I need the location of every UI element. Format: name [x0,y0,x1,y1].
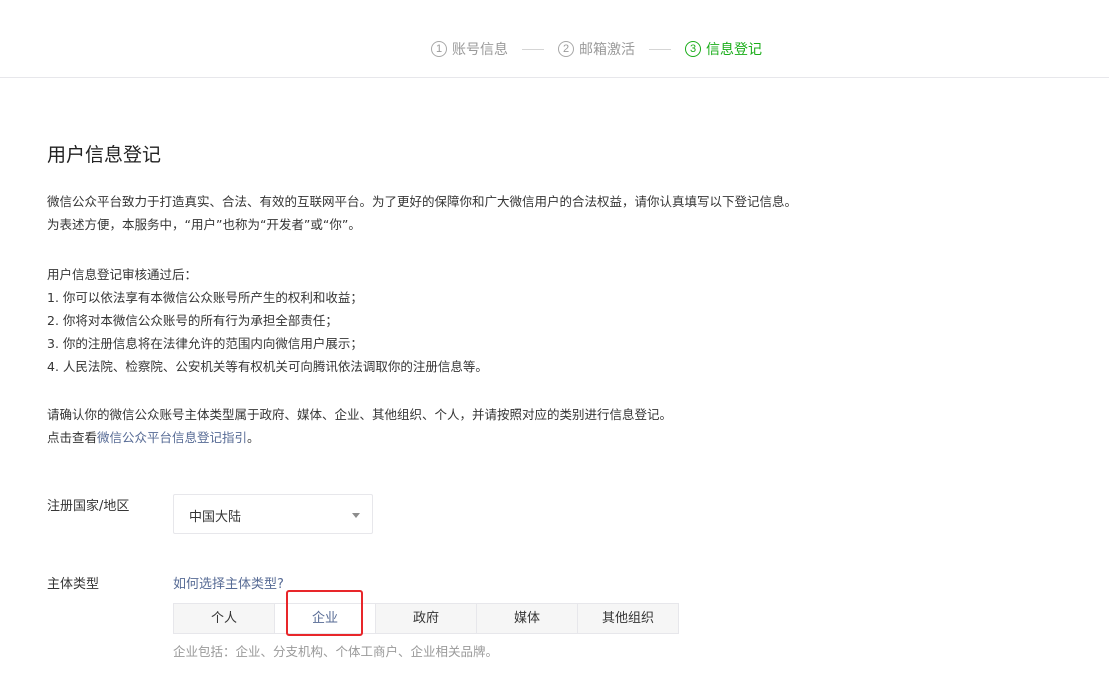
registration-guide-link[interactable]: 微信公众平台信息登记指引 [97,430,247,445]
step-email-activation: 2 邮箱激活 [558,39,635,59]
step-label: 账号信息 [452,42,508,58]
confirm-paragraph: 请确认你的微信公众账号主体类型属于政府、媒体、企业、其他组织、个人，并请按照对应… [47,403,672,449]
entity-type-description: 企业包括：企业、分支机构、个体工商户、企业相关品牌。 [173,644,499,659]
benefits-list: 用户信息登记审核通过后： 1. 你可以依法享有本微信公众账号所产生的权利和收益；… [47,263,488,378]
step-separator [522,48,544,50]
entity-type-help-link[interactable]: 如何选择主体类型? [173,573,284,592]
entity-type-media[interactable]: 媒体 [477,604,578,633]
entity-type-label: 主体类型 [47,577,100,592]
step-account-info: 1 账号信息 [431,39,508,59]
step-label: 信息登记 [706,42,762,58]
country-label: 注册国家/地区 [47,499,130,514]
confirm-line: 请确认你的微信公众账号主体类型属于政府、媒体、企业、其他组织、个人，并请按照对应… [47,407,673,422]
step-separator [649,48,671,50]
entity-type-government[interactable]: 政府 [376,604,477,633]
country-select-value: 中国大陆 [189,510,242,525]
list-item: 2. 你将对本微信公众账号的所有行为承担全部责任； [47,313,338,328]
step-number-1: 1 [431,41,447,57]
confirm-line-guide: 点击查看微信公众平台信息登记指引。 [47,426,672,449]
list-item: 4. 人民法院、检察院、公安机关等有权机关可向腾讯依法调取你的注册信息等。 [47,359,488,374]
page-title: 用户信息登记 [47,144,162,166]
step-indicator: 1 账号信息 2 邮箱激活 3 信息登记 [431,38,762,60]
benefits-heading: 用户信息登记审核通过后： [47,267,198,282]
step-label: 邮箱激活 [579,42,635,58]
entity-type-enterprise[interactable]: 企业 [275,604,376,633]
list-item: 3. 你的注册信息将在法律允许的范围内向微信用户展示； [47,336,363,351]
intro-line: 为表述方便，本服务中，“用户”也称为“开发者”或“你”。 [47,217,361,232]
guide-prefix: 点击查看 [47,430,98,445]
intro-line: 微信公众平台致力于打造真实、合法、有效的互联网平台。为了更好的保障你和广大微信用… [47,194,798,209]
step-bar: 1 账号信息 2 邮箱激活 3 信息登记 [0,0,1109,78]
entity-type-other-organization[interactable]: 其他组织 [578,604,678,633]
country-select[interactable]: 中国大陆 [173,494,373,534]
intro-paragraph: 微信公众平台致力于打造真实、合法、有效的互联网平台。为了更好的保障你和广大微信用… [47,190,797,236]
entity-type-selector: 个人 企业 政府 媒体 其他组织 [173,603,679,634]
guide-suffix: 。 [247,430,260,445]
caret-down-icon [352,513,360,518]
entity-type-individual[interactable]: 个人 [174,604,275,633]
step-number-2: 2 [558,41,574,57]
step-number-3: 3 [685,41,701,57]
step-info-registration: 3 信息登记 [685,39,762,59]
list-item: 1. 你可以依法享有本微信公众账号所产生的权利和收益； [47,290,363,305]
